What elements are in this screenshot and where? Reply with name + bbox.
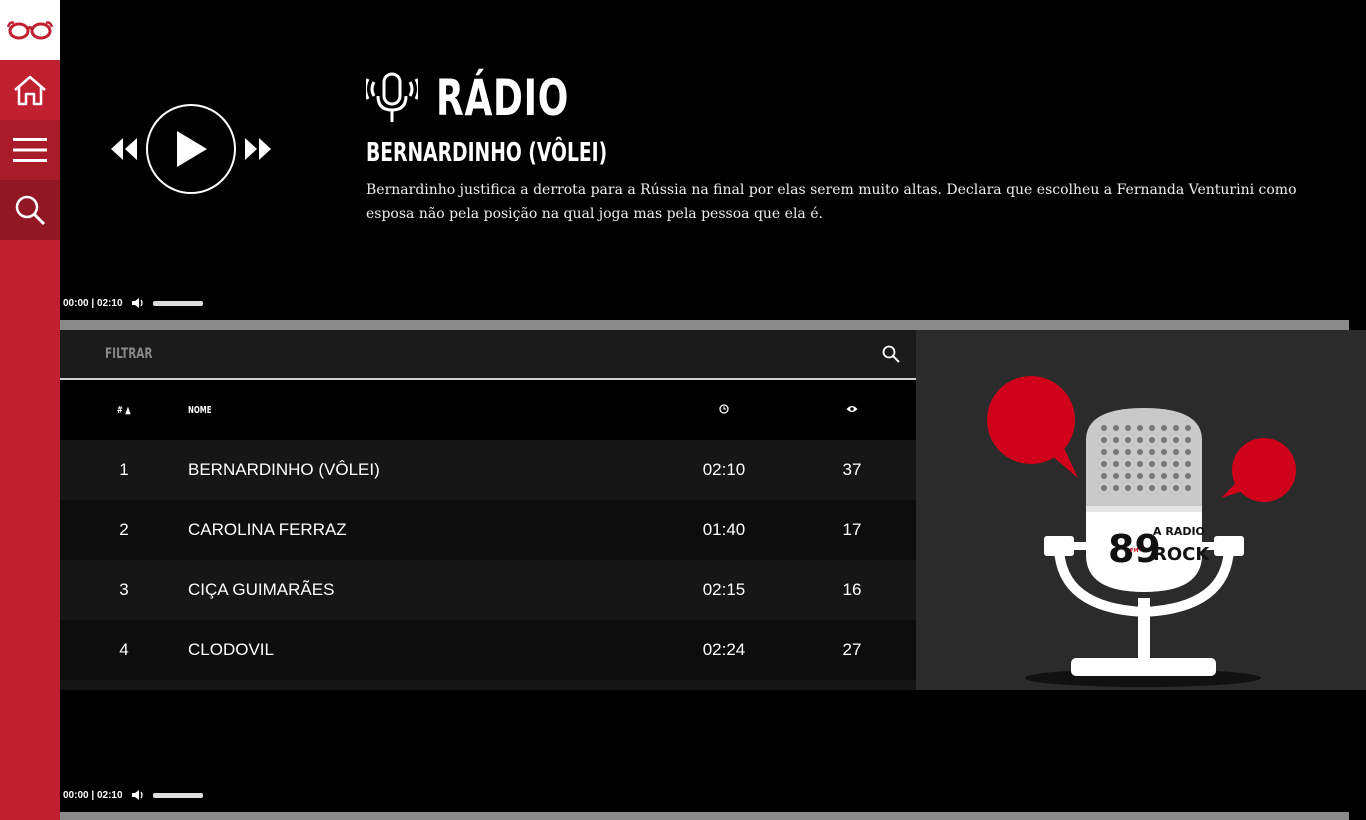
audio-time: 00:00 | 02:10 — [63, 790, 123, 801]
playlist-header: # ▲ NOME — [60, 380, 916, 440]
row-number: 2 — [119, 520, 129, 539]
play-button[interactable] — [146, 104, 236, 194]
volume-icon[interactable] — [131, 297, 145, 309]
audio-bar-bottom: 00:00 | 02:10 — [63, 789, 203, 801]
row-number: 1 — [119, 460, 129, 479]
progress-track-top[interactable] — [60, 320, 1349, 330]
home-icon — [14, 75, 46, 106]
volume-icon[interactable] — [131, 789, 145, 801]
row-number: 4 — [119, 640, 129, 659]
clock-icon — [719, 403, 729, 414]
filter-bar — [60, 330, 916, 380]
sort-by-views[interactable] — [788, 405, 916, 416]
row-views: 27 — [842, 640, 862, 659]
current-time: 00:00 — [63, 789, 89, 801]
row-duration: 02:24 — [702, 640, 746, 659]
playlist-row[interactable]: 1 BERNARDINHO (VÔLEI) 02:10 37 — [60, 440, 916, 500]
radio-art: 89 A RADIO ROCK FM — [916, 330, 1366, 690]
current-time: 00:00 — [63, 297, 89, 309]
sidebar — [0, 0, 60, 820]
filter-input[interactable] — [105, 346, 405, 362]
forward-button[interactable] — [242, 135, 274, 163]
nav-home-button[interactable] — [0, 60, 60, 120]
playlist-row-partial — [60, 680, 916, 690]
filter-search-icon[interactable] — [882, 345, 900, 363]
row-views: 17 — [842, 520, 862, 539]
microphone-icon — [366, 72, 418, 122]
row-duration: 02:10 — [702, 460, 746, 479]
volume-slider[interactable] — [152, 792, 203, 798]
row-views: 37 — [842, 460, 862, 479]
play-icon — [177, 131, 207, 167]
logo-text-2: ROCK — [1153, 544, 1210, 565]
glasses-icon — [6, 21, 54, 40]
track-description: Bernardinho justifica a derrota para a R… — [366, 182, 1297, 222]
progress-track-bottom[interactable] — [60, 812, 1349, 820]
nav-menu-button[interactable] — [0, 120, 60, 180]
microphone-illustration: 89 A RADIO ROCK FM — [987, 376, 1296, 687]
audio-bar-top: 00:00 | 02:10 — [63, 297, 203, 309]
audio-time: 00:00 | 02:10 — [63, 298, 123, 309]
player-controls — [108, 104, 274, 194]
sort-by-number[interactable]: # ▲ — [60, 405, 188, 416]
row-number: 3 — [119, 580, 129, 599]
row-name: BERNARDINHO (VÔLEI) — [188, 460, 380, 479]
section-title-row: RÁDIO — [366, 66, 1326, 130]
row-name: CAROLINA FERRAZ — [188, 520, 347, 539]
sort-by-duration[interactable] — [660, 403, 788, 417]
duration: 02:10 — [96, 297, 123, 309]
time-separator: | — [91, 789, 95, 801]
track-header: RÁDIO BERNARDINHO (VÔLEI) Bernardinho ju… — [366, 66, 1326, 226]
row-duration: 02:15 — [702, 580, 746, 599]
row-name: CLODOVIL — [188, 640, 274, 659]
menu-icon — [13, 138, 47, 162]
volume-slider[interactable] — [152, 300, 203, 306]
track-title: BERNARDINHO (VÔLEI) — [366, 138, 608, 168]
logo-text-1: A RADIO — [1153, 525, 1205, 538]
eye-icon — [846, 405, 858, 412]
playlist-row[interactable]: 2 CAROLINA FERRAZ 01:40 17 — [60, 500, 916, 560]
row-name: CIÇA GUIMARÃES — [188, 580, 335, 599]
playlist-row[interactable]: 3 CIÇA GUIMARÃES 02:15 16 — [60, 560, 916, 620]
logo[interactable] — [0, 0, 60, 60]
playlist: # ▲ NOME 1 BERNARDINHO (VÔLEI) 02:10 37 … — [60, 330, 916, 690]
duration: 02:10 — [96, 789, 123, 801]
search-icon — [15, 195, 46, 226]
nav-search-button[interactable] — [0, 180, 60, 240]
sort-by-name[interactable]: NOME — [188, 405, 660, 416]
time-separator: | — [91, 297, 95, 309]
row-duration: 01:40 — [702, 520, 746, 539]
playlist-row[interactable]: 4 CLODOVIL 02:24 27 — [60, 620, 916, 680]
row-views: 16 — [842, 580, 862, 599]
section-title: RÁDIO — [436, 69, 570, 127]
rewind-button[interactable] — [108, 135, 140, 163]
logo-fm: FM — [1130, 548, 1138, 554]
